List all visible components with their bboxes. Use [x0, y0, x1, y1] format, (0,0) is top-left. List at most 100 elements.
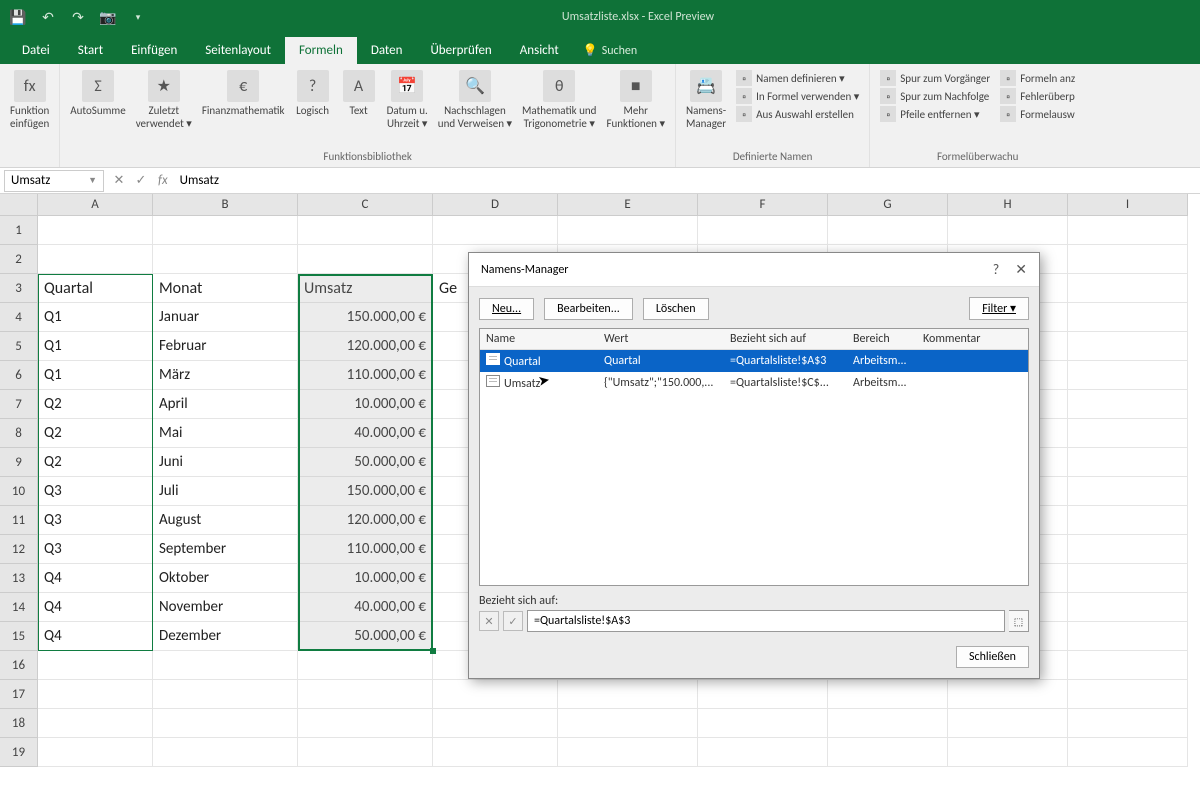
cell-B9[interactable]: Juni — [153, 448, 298, 477]
cell-B17[interactable] — [153, 680, 298, 709]
cell-B7[interactable]: April — [153, 390, 298, 419]
nm-col-2[interactable]: Bezieht sich auf — [724, 329, 847, 349]
cell-B16[interactable] — [153, 651, 298, 680]
cell-C2[interactable] — [298, 245, 433, 274]
cell-B12[interactable]: September — [153, 535, 298, 564]
cell-H18[interactable] — [948, 709, 1068, 738]
cell-A2[interactable] — [38, 245, 153, 274]
cell-H19[interactable] — [948, 738, 1068, 767]
cell-I7[interactable] — [1068, 390, 1188, 419]
cell-I1[interactable] — [1068, 216, 1188, 245]
cell-C9[interactable]: 50.000,00 € — [298, 448, 433, 477]
audit-cmd-0-2[interactable]: ▫Pfeile entfernen ▾ — [880, 106, 990, 122]
tab-start[interactable]: Start — [64, 37, 117, 64]
cell-G19[interactable] — [828, 738, 948, 767]
cell-I15[interactable] — [1068, 622, 1188, 651]
fnlib-8[interactable]: ■MehrFunktionen ▾ — [602, 68, 669, 148]
cell-B18[interactable] — [153, 709, 298, 738]
fnlib-5[interactable]: 📅Datum u.Uhrzeit ▾ — [383, 68, 432, 148]
cell-E17[interactable] — [558, 680, 698, 709]
fx-icon[interactable]: fx — [152, 173, 174, 188]
cell-A18[interactable] — [38, 709, 153, 738]
row-header-5[interactable]: 5 — [0, 332, 38, 361]
row-header-7[interactable]: 7 — [0, 390, 38, 419]
col-header-D[interactable]: D — [433, 194, 558, 216]
select-all-corner[interactable] — [0, 194, 38, 216]
fnlib-7[interactable]: θMathematik undTrigonometrie ▾ — [518, 68, 600, 148]
fnlib-1[interactable]: ★Zuletztverwendet ▾ — [132, 68, 196, 148]
redo-icon[interactable]: ↷ — [70, 9, 86, 25]
cell-B2[interactable] — [153, 245, 298, 274]
cell-E18[interactable] — [558, 709, 698, 738]
col-header-B[interactable]: B — [153, 194, 298, 216]
cell-F17[interactable] — [698, 680, 828, 709]
cell-A3[interactable]: Quartal — [38, 274, 153, 303]
cell-E1[interactable] — [558, 216, 698, 245]
cell-F18[interactable] — [698, 709, 828, 738]
cell-A13[interactable]: Q4 — [38, 564, 153, 593]
row-header-15[interactable]: 15 — [0, 622, 38, 651]
cell-C1[interactable] — [298, 216, 433, 245]
refers-cancel-icon[interactable]: ✕ — [479, 611, 499, 631]
fnlib-3[interactable]: ?Logisch — [291, 68, 335, 148]
row-header-17[interactable]: 17 — [0, 680, 38, 709]
cell-I11[interactable] — [1068, 506, 1188, 535]
cell-B15[interactable]: Dezember — [153, 622, 298, 651]
name-manager[interactable]: 📇Namens-Manager — [682, 68, 730, 148]
new-button[interactable]: Neu... — [479, 298, 534, 320]
row-header-6[interactable]: 6 — [0, 361, 38, 390]
cell-B13[interactable]: Oktober — [153, 564, 298, 593]
row-header-18[interactable]: 18 — [0, 709, 38, 738]
cell-G17[interactable] — [828, 680, 948, 709]
col-header-I[interactable]: I — [1068, 194, 1188, 216]
cell-B10[interactable]: Juli — [153, 477, 298, 506]
nm-col-0[interactable]: Name — [480, 329, 598, 349]
cell-A14[interactable]: Q4 — [38, 593, 153, 622]
edit-button[interactable]: Bearbeiten... — [544, 298, 633, 320]
cell-I13[interactable] — [1068, 564, 1188, 593]
filter-button[interactable]: Filter ▾ — [969, 297, 1029, 320]
cell-I6[interactable] — [1068, 361, 1188, 390]
save-icon[interactable]: 💾 — [10, 9, 26, 25]
cell-B8[interactable]: Mai — [153, 419, 298, 448]
cell-B4[interactable]: Januar — [153, 303, 298, 332]
cell-A6[interactable]: Q1 — [38, 361, 153, 390]
audit-cmd-1-1[interactable]: ▫Fehlerüberp — [1000, 88, 1075, 104]
cell-C4[interactable]: 150.000,00 € — [298, 303, 433, 332]
close-button[interactable]: Schließen — [956, 646, 1029, 668]
cell-A8[interactable]: Q2 — [38, 419, 153, 448]
defined-names-cmd-2[interactable]: ▫Aus Auswahl erstellen — [736, 106, 859, 122]
cell-D18[interactable] — [433, 709, 558, 738]
col-header-A[interactable]: A — [38, 194, 153, 216]
nm-row-umsatz[interactable]: Umsatz{"Umsatz";"150.000,...=Quartalslis… — [480, 372, 1028, 394]
cell-D19[interactable] — [433, 738, 558, 767]
cell-A4[interactable]: Q1 — [38, 303, 153, 332]
cell-B14[interactable]: November — [153, 593, 298, 622]
row-header-1[interactable]: 1 — [0, 216, 38, 245]
tab-daten[interactable]: Daten — [357, 37, 417, 64]
cell-B6[interactable]: März — [153, 361, 298, 390]
cell-B11[interactable]: August — [153, 506, 298, 535]
refers-to-input[interactable] — [527, 610, 1005, 632]
cell-C17[interactable] — [298, 680, 433, 709]
row-header-4[interactable]: 4 — [0, 303, 38, 332]
cell-C13[interactable]: 10.000,00 € — [298, 564, 433, 593]
row-header-2[interactable]: 2 — [0, 245, 38, 274]
nm-col-3[interactable]: Bereich — [847, 329, 917, 349]
row-header-16[interactable]: 16 — [0, 651, 38, 680]
cell-I17[interactable] — [1068, 680, 1188, 709]
nm-col-1[interactable]: Wert — [598, 329, 724, 349]
cell-C10[interactable]: 150.000,00 € — [298, 477, 433, 506]
audit-cmd-0-1[interactable]: ▫Spur zum Nachfolge — [880, 88, 990, 104]
cell-C19[interactable] — [298, 738, 433, 767]
dialog-close-icon[interactable]: ✕ — [1015, 261, 1027, 278]
cell-A10[interactable]: Q3 — [38, 477, 153, 506]
cell-G18[interactable] — [828, 709, 948, 738]
cell-A19[interactable] — [38, 738, 153, 767]
cell-B5[interactable]: Februar — [153, 332, 298, 361]
cell-F19[interactable] — [698, 738, 828, 767]
cell-I12[interactable] — [1068, 535, 1188, 564]
camera-icon[interactable]: 📷 — [100, 9, 116, 25]
cell-I19[interactable] — [1068, 738, 1188, 767]
cell-C11[interactable]: 120.000,00 € — [298, 506, 433, 535]
